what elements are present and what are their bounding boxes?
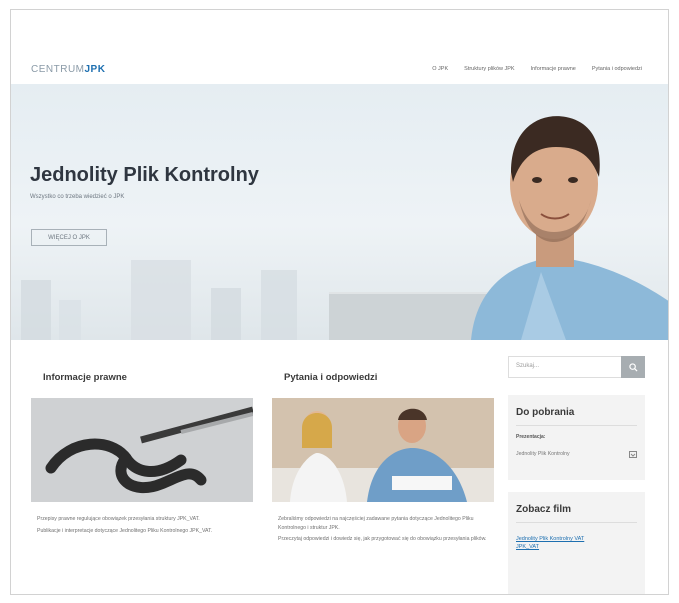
hero-subtitle: Wszystko co trzeba wiedzieć o JPK	[30, 194, 125, 200]
browser-frame: CENTRUMJPK O JPK Struktury plików JPK In…	[10, 9, 669, 595]
legal-info-paragraph: Publikacje i interpretacje dotyczące Jed…	[37, 527, 213, 534]
menu-item-struktury[interactable]: Struktury plików JPK	[464, 66, 514, 72]
hero-title: Jednolity Plik Kontrolny	[30, 164, 259, 186]
legal-info-text: Przepisy prawne regulujące obowiązek prz…	[37, 515, 251, 538]
background-building	[131, 260, 191, 340]
background-building	[21, 280, 51, 340]
top-navigation: CENTRUMJPK O JPK Struktury plików JPK In…	[11, 10, 668, 84]
menu-item-pytania[interactable]: Pytania i odpowiedzi	[592, 66, 642, 72]
download-select[interactable]: Jednolity Plik Kontrolny	[516, 447, 637, 461]
download-select-value: Jednolity Plik Kontrolny	[516, 451, 570, 457]
qa-paragraph: Przeczytaj odpowiedzi i dowiedz się, jak…	[278, 536, 487, 542]
site-logo[interactable]: CENTRUMJPK	[31, 64, 105, 75]
qa-heading[interactable]: Pytania i odpowiedzi	[284, 372, 377, 383]
search-button[interactable]	[621, 356, 645, 378]
menu-item-o-jpk[interactable]: O JPK	[432, 66, 448, 72]
divider	[516, 522, 637, 523]
legal-info-heading[interactable]: Informacje prawne	[43, 372, 127, 383]
main-menu: O JPK Struktury plików JPK Informacje pr…	[432, 66, 642, 72]
film-link[interactable]: Jednolity Plik Kontrolny VAT JPK_VAT	[516, 535, 596, 551]
search-input[interactable]: Szukaj...	[508, 356, 624, 378]
legal-info-column: Informacje prawne Przepisy prawne regulu…	[31, 340, 253, 594]
qa-column: Pytania i odpowiedzi Zebraliśmy odpowied…	[272, 340, 494, 594]
film-box: Zobacz film Jednolity Plik Kontrolny VAT…	[508, 492, 645, 594]
legal-info-paragraph: Przepisy prawne regulujące obowiązek prz…	[37, 516, 200, 522]
menu-item-informacje-prawne[interactable]: Informacje prawne	[531, 66, 576, 72]
sidebar: Szukaj... Do pobrania Prezentacja: Jedno…	[508, 340, 648, 594]
more-about-jpk-button[interactable]: WIĘCEJ O JPK	[31, 229, 107, 246]
background-building	[211, 288, 241, 340]
background-building	[59, 300, 81, 340]
meeting-photo-image	[272, 398, 494, 502]
film-title: Zobacz film	[516, 504, 572, 515]
hero-banner: Jednolity Plik Kontrolny Wszystko co trz…	[11, 84, 668, 340]
qa-paragraph: Zebraliśmy odpowiedzi na najczęściej zad…	[278, 516, 474, 531]
download-label: Prezentacja:	[516, 434, 546, 440]
downloads-box: Do pobrania Prezentacja: Jednolity Plik …	[508, 395, 645, 480]
download-icon[interactable]	[629, 450, 637, 458]
qa-text: Zebraliśmy odpowiedzi na najczęściej zad…	[278, 515, 492, 547]
background-building	[261, 270, 297, 340]
search-icon	[628, 362, 638, 372]
logo-prefix: CENTRUM	[31, 64, 85, 75]
downloads-title: Do pobrania	[516, 407, 575, 418]
logo-brand: JPK	[84, 64, 106, 75]
hero-person-image	[471, 116, 668, 340]
paragraph-symbol-image	[31, 398, 253, 502]
divider	[516, 425, 637, 426]
